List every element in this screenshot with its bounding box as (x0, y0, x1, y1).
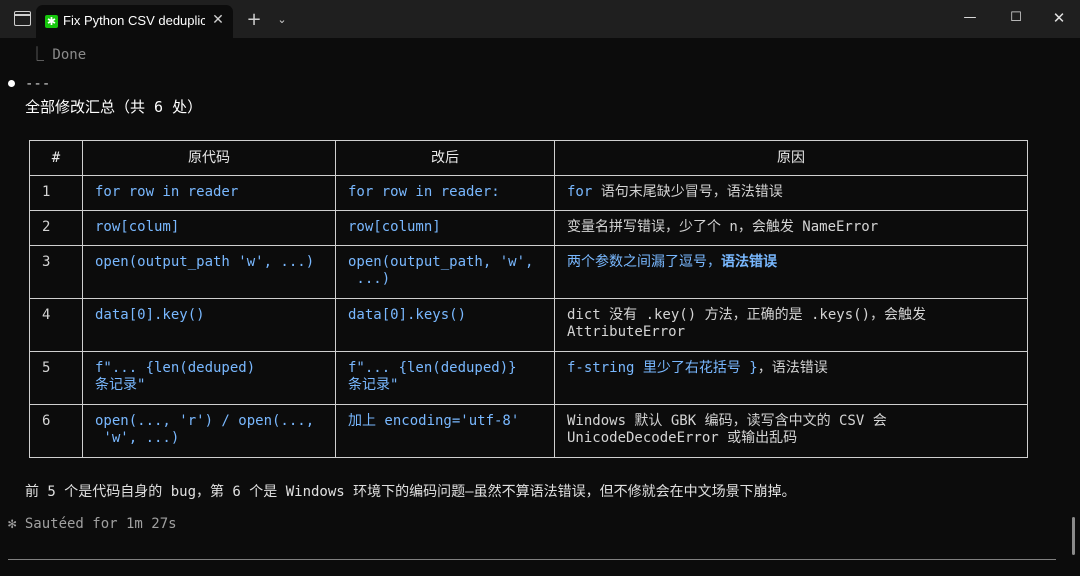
reason-cell: 两个参数之间漏了逗号，语法错误 (554, 245, 1028, 299)
reason-cell: f-string 里少了右花括号 }，语法错误 (554, 351, 1028, 405)
terminal-app-icon[interactable] (14, 11, 31, 26)
bullet-icon (8, 80, 15, 87)
claude-tab-icon: ✱ (45, 15, 58, 28)
table-row: 3 open(output_path 'w', ...) open(output… (29, 245, 1028, 299)
reason-emphasis: 语法错误 (721, 254, 777, 270)
summary-title: 全部修改汇总（共 6 处） (25, 98, 203, 116)
tab-active[interactable]: ✱ Fix Python CSV deduplicat ✕ (36, 5, 233, 38)
minimize-button[interactable]: — (947, 0, 993, 36)
reason-cell: for 语句末尾缺少冒号，语法错误 (554, 175, 1028, 211)
status-line: ✻ Sautéed for 1m 27s (8, 516, 177, 532)
tab-close-icon[interactable]: ✕ (209, 11, 227, 29)
header-num: # (29, 140, 83, 176)
reason-text: 两个参数之间漏了逗号， (567, 254, 721, 270)
reason-code: f-string 里少了右花括号 } (567, 360, 758, 376)
row-num: 5 (29, 351, 83, 405)
header-fixed: 改后 (335, 140, 555, 176)
fixed-code: data[0].keys() (335, 298, 555, 352)
row-num: 1 (29, 175, 83, 211)
row-num: 2 (29, 210, 83, 246)
reason-code: for (567, 184, 593, 200)
table-row: 2 row[colum] row[column] 变量名拼写错误，少了个 n，会… (29, 210, 1028, 246)
chevron-down-icon[interactable]: ⌄ (273, 10, 291, 30)
reason-text: ，语法错误 (757, 360, 828, 376)
table-row: 4 data[0].key() data[0].keys() dict 没有 .… (29, 298, 1028, 352)
reason-text: 语句末尾缺少冒号，语法错误 (592, 184, 783, 200)
reason-text: 变量名拼写错误，少了个 n，会触发 NameError (554, 210, 1028, 246)
row-num: 3 (29, 245, 83, 299)
fixed-code: f"... {len(deduped)} 条记录" (335, 351, 555, 405)
close-window-button[interactable]: ✕ (1036, 0, 1080, 36)
maximize-button[interactable]: ☐ (993, 0, 1039, 36)
tab-title: Fix Python CSV deduplicat (63, 13, 205, 28)
original-code: f"... {len(deduped) 条记录" (82, 351, 336, 405)
original-code: open(output_path 'w', ...) (82, 245, 336, 299)
title-bar: ✱ Fix Python CSV deduplicat ✕ + ⌄ — ☐ ✕ (0, 0, 1080, 38)
table-header-row: # 原代码 改后 原因 (29, 140, 1028, 176)
done-line: ⎿ Done (30, 47, 87, 63)
fixed-code: open(output_path, 'w', ...) (335, 245, 555, 299)
table-row: 6 open(..., 'r') / open(..., 'w', ...) 加… (29, 404, 1028, 458)
table-row: 5 f"... {len(deduped) 条记录" f"... {len(de… (29, 351, 1028, 405)
fixed-code: row[column] (335, 210, 555, 246)
prompt-divider (8, 559, 1056, 560)
scrollbar-thumb[interactable] (1072, 517, 1075, 555)
row-num: 4 (29, 298, 83, 352)
original-code: for row in reader (82, 175, 336, 211)
row-num: 6 (29, 404, 83, 458)
original-code: row[colum] (82, 210, 336, 246)
header-original: 原代码 (82, 140, 336, 176)
fixed-code: for row in reader: (335, 175, 555, 211)
changes-table: # 原代码 改后 原因 1 for row in reader for row … (29, 140, 1028, 458)
table-row: 1 for row in reader for row in reader: f… (29, 175, 1028, 211)
header-reason: 原因 (554, 140, 1028, 176)
separator-text: --- (25, 76, 51, 92)
reason-text: Windows 默认 GBK 编码，读写含中文的 CSV 会 UnicodeDe… (554, 404, 1028, 458)
original-code: data[0].key() (82, 298, 336, 352)
new-tab-button[interactable]: + (243, 9, 265, 31)
original-code: open(..., 'r') / open(..., 'w', ...) (82, 404, 336, 458)
reason-text: dict 没有 .key() 方法，正确的是 .keys()，会触发 Attri… (554, 298, 1028, 352)
footer-note: 前 5 个是代码自身的 bug，第 6 个是 Windows 环境下的编码问题—… (25, 484, 796, 500)
fixed-code: 加上 encoding='utf-8' (335, 404, 555, 458)
